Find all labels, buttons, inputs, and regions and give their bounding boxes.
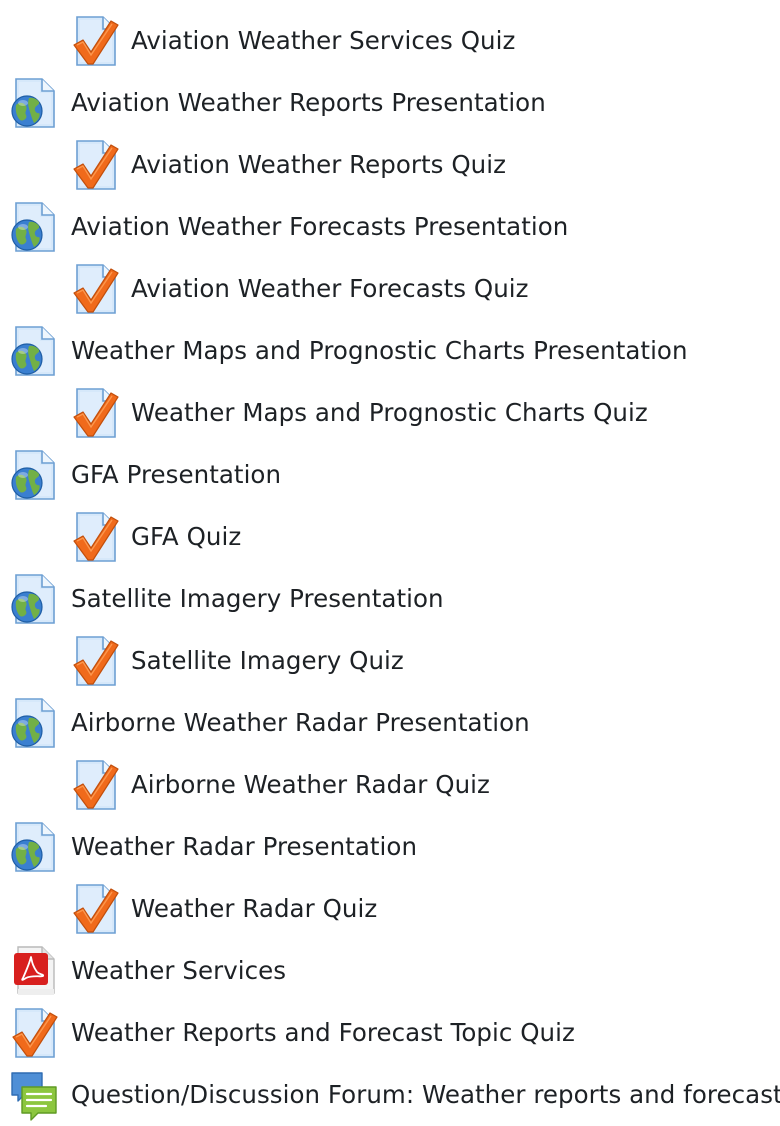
activity-link[interactable]: GFA Presentation bbox=[71, 460, 281, 490]
presentation-icon bbox=[10, 821, 58, 873]
activity-link[interactable]: Aviation Weather Forecasts Presentation bbox=[71, 212, 568, 242]
activity-link[interactable]: Question/Discussion Forum: Weather repor… bbox=[71, 1080, 780, 1110]
activity-item-quiz[interactable]: Satellite Imagery Quiz bbox=[0, 630, 780, 692]
presentation-icon bbox=[10, 201, 58, 253]
activity-item-quiz[interactable]: Aviation Weather Forecasts Quiz bbox=[0, 258, 780, 320]
activity-item-page[interactable]: Airborne Weather Radar Presentation bbox=[0, 692, 780, 754]
activity-link[interactable]: Aviation Weather Reports Quiz bbox=[131, 150, 506, 180]
pdf-icon bbox=[10, 945, 58, 997]
activity-link[interactable]: Weather Radar Quiz bbox=[131, 894, 377, 924]
activity-link[interactable]: Weather Maps and Prognostic Charts Quiz bbox=[131, 398, 648, 428]
activity-item-page[interactable]: Weather Radar Presentation bbox=[0, 816, 780, 878]
activity-link[interactable]: Aviation Weather Reports Presentation bbox=[71, 88, 546, 118]
activity-link[interactable]: Weather Radar Presentation bbox=[71, 832, 417, 862]
activity-item-quiz[interactable]: Weather Maps and Prognostic Charts Quiz bbox=[0, 382, 780, 444]
quiz-icon bbox=[71, 883, 119, 935]
presentation-icon bbox=[10, 77, 58, 129]
quiz-icon bbox=[71, 139, 119, 191]
presentation-icon bbox=[10, 697, 58, 749]
activity-item-page[interactable]: GFA Presentation bbox=[0, 444, 780, 506]
activity-item-page[interactable]: Weather Maps and Prognostic Charts Prese… bbox=[0, 320, 780, 382]
activity-item-quiz[interactable]: Airborne Weather Radar Quiz bbox=[0, 754, 780, 816]
activity-item-pdf[interactable]: Weather Services bbox=[0, 940, 780, 1002]
activity-link[interactable]: Satellite Imagery Quiz bbox=[131, 646, 404, 676]
activity-link[interactable]: Aviation Weather Services Quiz bbox=[131, 26, 515, 56]
quiz-icon bbox=[10, 1007, 58, 1059]
presentation-icon bbox=[10, 325, 58, 377]
activity-item-quiz[interactable]: GFA Quiz bbox=[0, 506, 780, 568]
quiz-icon bbox=[71, 511, 119, 563]
presentation-icon bbox=[10, 573, 58, 625]
quiz-icon bbox=[71, 759, 119, 811]
activity-link[interactable]: Satellite Imagery Presentation bbox=[71, 584, 444, 614]
activity-link[interactable]: Weather Reports and Forecast Topic Quiz bbox=[71, 1018, 575, 1048]
activity-item-page[interactable]: Aviation Weather Forecasts Presentation bbox=[0, 196, 780, 258]
activity-item-quiz[interactable]: Aviation Weather Reports Quiz bbox=[0, 134, 780, 196]
quiz-icon bbox=[71, 387, 119, 439]
activity-item-quiz[interactable]: Weather Radar Quiz bbox=[0, 878, 780, 940]
quiz-icon bbox=[71, 15, 119, 67]
activity-item-quiz[interactable]: Aviation Weather Services Quiz bbox=[0, 10, 780, 72]
activity-item-forum[interactable]: Question/Discussion Forum: Weather repor… bbox=[0, 1064, 780, 1126]
quiz-icon bbox=[71, 263, 119, 315]
activity-link[interactable]: GFA Quiz bbox=[131, 522, 241, 552]
quiz-icon bbox=[71, 635, 119, 687]
presentation-icon bbox=[10, 449, 58, 501]
activity-link[interactable]: Airborne Weather Radar Quiz bbox=[131, 770, 490, 800]
activity-link[interactable]: Aviation Weather Forecasts Quiz bbox=[131, 274, 529, 304]
activity-item-page[interactable]: Satellite Imagery Presentation bbox=[0, 568, 780, 630]
activity-link[interactable]: Airborne Weather Radar Presentation bbox=[71, 708, 530, 738]
activity-link[interactable]: Weather Services bbox=[71, 956, 286, 986]
activity-link[interactable]: Weather Maps and Prognostic Charts Prese… bbox=[71, 336, 688, 366]
course-activity-list: Aviation Weather Services Quiz Aviation W… bbox=[0, 10, 780, 1126]
forum-icon bbox=[10, 1069, 58, 1121]
activity-item-page[interactable]: Aviation Weather Reports Presentation bbox=[0, 72, 780, 134]
activity-item-quiz[interactable]: Weather Reports and Forecast Topic Quiz bbox=[0, 1002, 780, 1064]
